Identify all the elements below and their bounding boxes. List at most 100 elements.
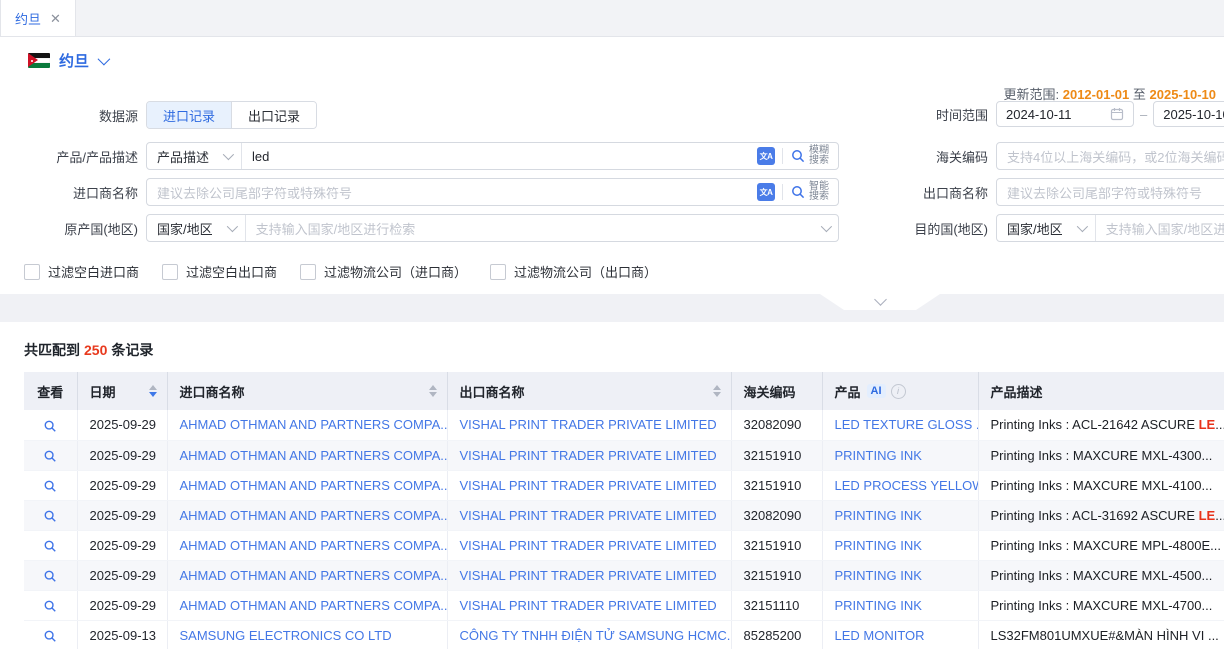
product-label: 产品/产品描述 [0, 147, 138, 166]
importer-cell: AHMAD OTHMAN AND PARTNERS COMPA... [167, 530, 447, 560]
destination-country-input[interactable]: 支持输入国家/地区进行检 [1096, 219, 1224, 238]
date-cell: 2025-09-29 [77, 500, 167, 530]
product-cell: PRINTING INK [822, 560, 978, 590]
view-record-button[interactable] [43, 419, 57, 433]
view-record-button[interactable] [43, 599, 57, 613]
tab-bar: 约旦 ✕ [0, 0, 1224, 37]
product-cell: LED MONITOR [822, 620, 978, 649]
translate-icon[interactable]: 文A [757, 183, 775, 201]
table-row: 2025-09-29AHMAD OTHMAN AND PARTNERS COMP… [24, 590, 1224, 620]
importer-input[interactable]: 建议去除公司尾部字符或特殊符号 [147, 183, 748, 202]
header-hs-code: 海关编码 [731, 372, 822, 410]
view-record-button[interactable] [43, 449, 57, 463]
product-link[interactable]: PRINTING INK [835, 448, 922, 463]
exporter-link[interactable]: VISHAL PRINT TRADER PRIVATE LIMITED [460, 568, 717, 583]
product-cell: LED PROCESS YELLOW... [822, 470, 978, 500]
tab-import-records[interactable]: 进口记录 [147, 102, 231, 128]
tab-jordan[interactable]: 约旦 ✕ [0, 0, 76, 36]
product-desc-cell: Printing Inks : ACL-21642 ASCURE LE... [978, 410, 1224, 440]
table-row: 2025-09-13 SAMSUNG ELECTRONICS CO LTD CÔNG… [24, 620, 1224, 649]
table-body: 2025-09-29 AHMAD OTHMAN AND PARTNERS COMP… [24, 410, 1224, 649]
close-icon[interactable]: ✕ [50, 12, 61, 25]
product-type-select[interactable]: 产品描述 [147, 143, 242, 169]
date-range-separator: – [1140, 107, 1147, 122]
table-row: 2025-09-29 AHMAD OTHMAN AND PARTNERS COMP… [24, 500, 1224, 530]
checkbox-filter-logistics-exporter[interactable]: 过滤物流公司（出口商） [490, 262, 657, 281]
update-range-start: 2012-01-01 [1063, 87, 1130, 102]
divider [782, 184, 783, 200]
exporter-link[interactable]: VISHAL PRINT TRADER PRIVATE LIMITED [460, 598, 717, 613]
translate-icon[interactable]: 文A [757, 147, 775, 165]
sort-date-icon[interactable] [149, 385, 157, 397]
header-importer[interactable]: 进口商名称 [167, 372, 447, 410]
product-desc-cell: LS32FM801UMXUE#&MÀN HÌNH VI ... [978, 620, 1224, 649]
origin-country-select[interactable]: 国家/地区 [147, 215, 246, 241]
sort-exporter-icon[interactable] [713, 385, 721, 397]
hs-code-cell: 32151910 [731, 560, 822, 590]
exporter-link[interactable]: VISHAL PRINT TRADER PRIVATE LIMITED [460, 417, 717, 432]
exporter-input[interactable]: 建议去除公司尾部字符或特殊符号 [997, 183, 1224, 202]
importer-link[interactable]: AHMAD OTHMAN AND PARTNERS COMPA... [180, 568, 448, 583]
importer-link[interactable]: AHMAD OTHMAN AND PARTNERS COMPA... [180, 508, 448, 523]
exporter-link[interactable]: VISHAL PRINT TRADER PRIVATE LIMITED [460, 508, 717, 523]
checkbox-filter-blank-importer[interactable]: 过滤空白进口商 [24, 262, 139, 281]
view-record-button[interactable] [43, 569, 57, 583]
view-record-button[interactable] [43, 479, 57, 493]
table-row: 2025-09-29AHMAD OTHMAN AND PARTNERS COMP… [24, 530, 1224, 560]
checkbox-filter-blank-exporter[interactable]: 过滤空白出口商 [162, 262, 277, 281]
origin-country-input[interactable]: 支持输入国家/地区进行检索 [246, 219, 812, 238]
data-source-label: 数据源 [0, 106, 138, 125]
exporter-link[interactable]: VISHAL PRINT TRADER PRIVATE LIMITED [460, 538, 717, 553]
country-name: 约旦 [59, 50, 89, 71]
view-record-button[interactable] [43, 539, 57, 553]
hs-code-input[interactable]: 支持4位以上海关编码，或2位海关编码加 [997, 147, 1224, 166]
importer-link[interactable]: AHMAD OTHMAN AND PARTNERS COMPA... [180, 417, 448, 432]
info-icon[interactable]: i [891, 384, 906, 399]
checkbox-icon [162, 264, 178, 280]
country-selector[interactable]: 约旦 [28, 50, 107, 71]
checkbox-icon [300, 264, 316, 280]
exporter-link[interactable]: VISHAL PRINT TRADER PRIVATE LIMITED [460, 478, 717, 493]
destination-country-select[interactable]: 国家/地区 [997, 215, 1096, 241]
importer-cell: AHMAD OTHMAN AND PARTNERS COMPA... [167, 410, 447, 440]
product-link[interactable]: PRINTING INK [835, 568, 922, 583]
end-date-input[interactable]: 2025-10-10 [1153, 101, 1224, 127]
search-icon [43, 599, 57, 613]
search-icon [790, 148, 806, 164]
header-date[interactable]: 日期 [77, 372, 167, 410]
header-view: 查看 [24, 372, 77, 410]
product-link[interactable]: PRINTING INK [835, 538, 922, 553]
sort-importer-icon[interactable] [429, 385, 437, 397]
product-link[interactable]: LED PROCESS YELLOW... [835, 478, 979, 493]
exporter-link[interactable]: CÔNG TY TNHH ĐIỆN TỬ SAMSUNG HCMC... [460, 628, 732, 643]
product-link[interactable]: LED MONITOR [835, 628, 925, 643]
importer-link[interactable]: SAMSUNG ELECTRONICS CO LTD [180, 628, 392, 643]
exporter-link[interactable]: VISHAL PRINT TRADER PRIVATE LIMITED [460, 448, 717, 463]
search-icon [43, 479, 57, 493]
product-link[interactable]: PRINTING INK [835, 598, 922, 613]
hs-code-label: 海关编码 [900, 147, 988, 166]
fuzzy-search-button[interactable]: 模糊搜索 [790, 146, 829, 166]
importer-link[interactable]: AHMAD OTHMAN AND PARTNERS COMPA... [180, 538, 448, 553]
product-link[interactable]: LED TEXTURE GLOSS ... [835, 417, 979, 432]
smart-search-button[interactable]: 智能搜索 [790, 182, 829, 202]
view-record-button[interactable] [43, 629, 57, 643]
hs-code-cell: 85285200 [731, 620, 822, 649]
view-record-button[interactable] [43, 509, 57, 523]
tab-export-records[interactable]: 出口记录 [231, 102, 316, 128]
start-date-input[interactable]: 2024-10-11 [996, 101, 1134, 127]
importer-link[interactable]: AHMAD OTHMAN AND PARTNERS COMPA... [180, 598, 448, 613]
exporter-cell: VISHAL PRINT TRADER PRIVATE LIMITED [447, 440, 731, 470]
keyword-highlight: LE [1199, 417, 1216, 432]
product-desc-cell: Printing Inks : MAXCURE MXL-4700... [978, 590, 1224, 620]
date-cell: 2025-09-13 [77, 620, 167, 649]
checkbox-filter-logistics-importer[interactable]: 过滤物流公司（进口商） [300, 262, 467, 281]
importer-link[interactable]: AHMAD OTHMAN AND PARTNERS COMPA... [180, 478, 448, 493]
collapse-panel-handle[interactable] [820, 294, 940, 310]
product-link[interactable]: PRINTING INK [835, 508, 922, 523]
importer-link[interactable]: AHMAD OTHMAN AND PARTNERS COMPA... [180, 448, 448, 463]
time-range-label: 时间范围 [900, 105, 988, 124]
product-search-input[interactable]: led [242, 149, 748, 164]
header-exporter[interactable]: 出口商名称 [447, 372, 731, 410]
importer-label: 进口商名称 [0, 183, 138, 202]
